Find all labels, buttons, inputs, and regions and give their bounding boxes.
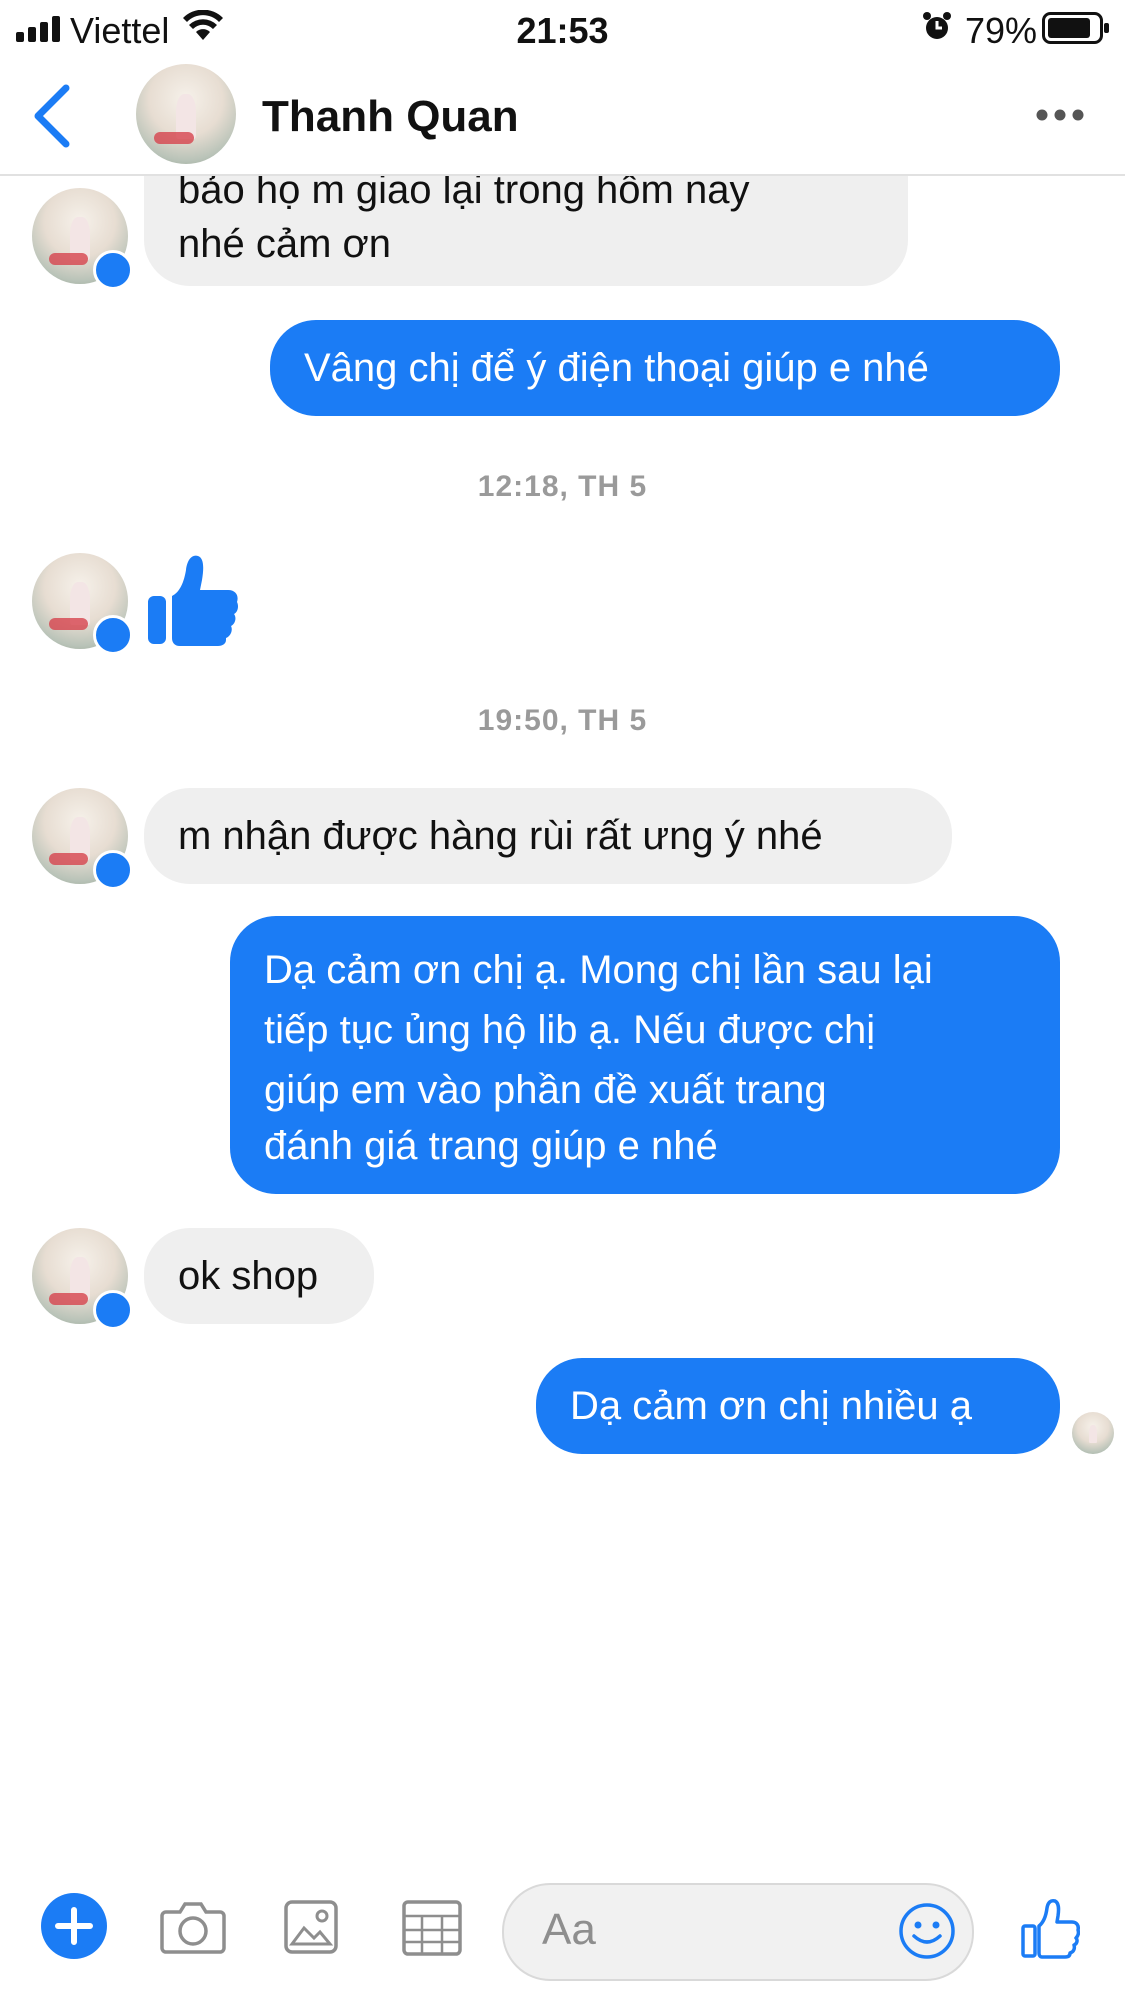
add-icon[interactable] [40,1892,108,1960]
chat-header: Thanh Quan [0,56,1125,176]
like-icon[interactable] [1020,1898,1080,1960]
message-text-line: tiếp tục ủng hộ lib ạ. Nếu được chị [264,1008,876,1052]
outgoing-bubble[interactable]: Dạ cảm ơn chị ạ. Mong chị lần sau lại ti… [230,916,1060,1194]
message-text: m nhận được hàng rùi rất ưng ý nhé [178,814,823,858]
messenger-badge-icon [93,615,133,655]
messenger-badge-icon [93,850,133,890]
battery-icon [1042,12,1109,44]
contact-name[interactable]: Thanh Quan [262,92,519,142]
like-sticker[interactable] [146,552,240,648]
battery-percentage: 79% [965,10,1038,51]
timestamp: 19:50, TH 5 [477,704,648,737]
contact-avatar[interactable] [136,64,236,164]
message-incoming-1: bảo họ m giao lại trong hôm nay nhé cảm … [0,176,1125,294]
message-text-line: đánh giá trang giúp e nhé [264,1124,718,1168]
incoming-bubble[interactable]: bảo họ m giao lại trong hôm nay nhé cảm … [144,176,908,286]
outgoing-bubble[interactable]: Vâng chị để ý điện thoại giúp e nhé [270,320,1060,416]
message-text-line: nhé cảm ơn [178,222,392,266]
message-text: Dạ cảm ơn chị nhiều ạ [570,1384,972,1428]
message-text: Vâng chị để ý điện thoại giúp e nhé [304,346,929,390]
outgoing-bubble[interactable]: Dạ cảm ơn chị nhiều ạ [536,1358,1060,1454]
timestamp: 12:18, TH 5 [477,470,648,503]
status-bar: Viettel 21:53 79% [0,0,1125,56]
incoming-bubble[interactable]: ok shop [144,1228,374,1324]
sticker-icon[interactable] [402,1900,462,1956]
more-icon[interactable] [1036,108,1084,122]
back-icon[interactable] [30,84,74,148]
clock: 21:53 [516,10,609,51]
message-text: ok shop [178,1254,319,1298]
message-text-line: Dạ cảm ơn chị ạ. Mong chị lần sau lại [264,948,933,992]
read-receipt-avatar [1072,1412,1114,1454]
gallery-icon[interactable] [284,1900,338,1954]
messenger-badge-icon [93,1290,133,1330]
messenger-badge-icon [93,250,133,290]
emoji-icon[interactable] [898,1902,956,1960]
alarm-icon [923,12,951,39]
message-text-line: giúp em vào phần đề xuất trang [264,1068,827,1112]
message-input-placeholder[interactable]: Aa [542,1905,596,1955]
camera-icon[interactable] [160,1898,226,1954]
incoming-bubble[interactable]: m nhận được hàng rùi rất ưng ý nhé [144,788,952,884]
